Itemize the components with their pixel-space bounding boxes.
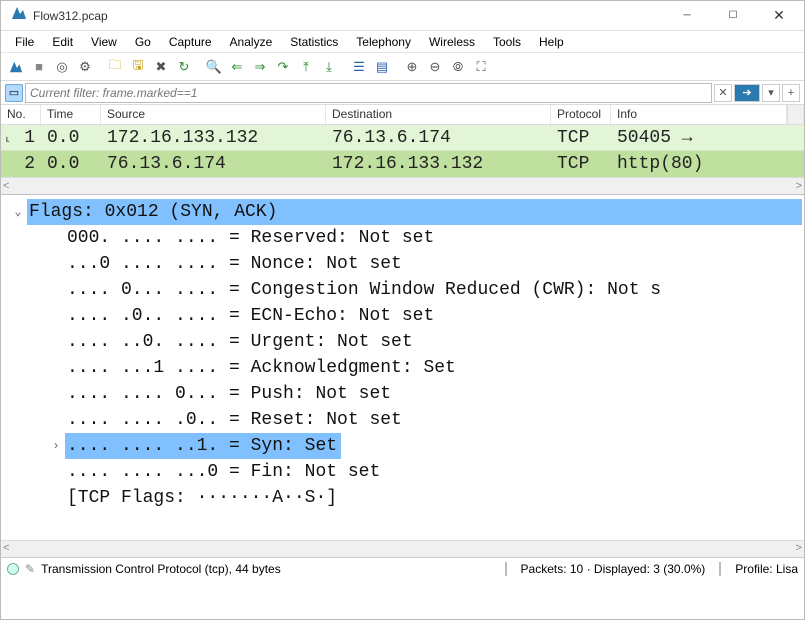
minimize-button[interactable]: ─ [664, 1, 710, 30]
packet-row[interactable]: 1 0.0 172.16.133.132 76.13.6.174 TCP 504… [1, 125, 804, 151]
flag-syn: .... .... ..1. = Syn: Set [65, 433, 341, 459]
details-hscroll[interactable]: < > [1, 540, 804, 557]
bookmark-filter-icon[interactable]: ▭ [5, 84, 23, 102]
flag-cwr[interactable]: .... 0... .... = Congestion Window Reduc… [3, 277, 802, 303]
vscroll-header-gap [787, 105, 804, 124]
display-filter-input[interactable] [25, 83, 712, 103]
packet-list-pane: No. Time Source Destination Protocol Inf… [1, 105, 804, 195]
packet-list-header[interactable]: No. Time Source Destination Protocol Inf… [1, 105, 804, 125]
status-packet-counts: Packets: 10 · Displayed: 3 (30.0%) [521, 562, 706, 576]
edit-pref-icon[interactable]: ✎ [25, 562, 35, 576]
flag-urgent[interactable]: .... ..0. .... = Urgent: Not set [3, 329, 802, 355]
start-capture-icon[interactable] [5, 56, 27, 78]
go-back-icon[interactable]: ⇐ [226, 56, 248, 78]
flag-reset[interactable]: .... .... .0.. = Reset: Not set [3, 407, 802, 433]
save-file-icon[interactable]: 🖫 [127, 56, 149, 78]
restart-capture-icon[interactable]: ◎ [51, 56, 73, 78]
menu-tools[interactable]: Tools [485, 33, 529, 51]
titlebar: Flow312.pcap ─ ☐ ✕ [1, 1, 804, 31]
go-to-icon[interactable]: ↷ [272, 56, 294, 78]
menu-file[interactable]: File [7, 33, 42, 51]
expand-caret-icon[interactable]: ⌄ [9, 199, 27, 225]
auto-scroll-icon[interactable]: ☰ [348, 56, 370, 78]
find-packet-icon[interactable]: 🔍 [203, 56, 225, 78]
packet-flow-marker-icon: ⸤ [5, 127, 10, 144]
menu-capture[interactable]: Capture [161, 33, 220, 51]
packet-list-hscroll[interactable]: < > [1, 177, 804, 194]
capture-options-icon[interactable]: ⚙ [74, 56, 96, 78]
go-forward-icon[interactable]: ⇒ [249, 56, 271, 78]
add-filter-button[interactable]: + [782, 84, 800, 102]
zoom-reset-icon[interactable]: ⦾ [447, 56, 469, 78]
maximize-button[interactable]: ☐ [710, 1, 756, 30]
col-destination[interactable]: Destination [326, 105, 551, 124]
col-source[interactable]: Source [101, 105, 326, 124]
status-selected-field: Transmission Control Protocol (tcp), 44 … [41, 562, 281, 576]
col-protocol[interactable]: Protocol [551, 105, 611, 124]
flag-syn-row[interactable]: › .... .... ..1. = Syn: Set [3, 433, 802, 459]
flag-nonce[interactable]: ...0 .... .... = Nonce: Not set [3, 251, 802, 277]
resize-columns-icon[interactable]: ⛶ [470, 56, 492, 78]
flag-fin[interactable]: .... .... ...0 = Fin: Not set [3, 459, 802, 485]
apply-filter-button[interactable]: ➔ [734, 84, 760, 102]
expert-info-icon[interactable] [7, 563, 19, 575]
menu-edit[interactable]: Edit [44, 33, 81, 51]
menubar: File Edit View Go Capture Analyze Statis… [1, 31, 804, 53]
menu-help[interactable]: Help [531, 33, 572, 51]
go-last-icon[interactable]: ⤓ [318, 56, 340, 78]
flag-push[interactable]: .... .... 0... = Push: Not set [3, 381, 802, 407]
tcp-flags-summary[interactable]: [TCP Flags: ·······A··S·] [3, 485, 802, 511]
flags-header: Flags: 0x012 (SYN, ACK) [27, 199, 802, 225]
flag-ecn-echo[interactable]: .... .0.. .... = ECN-Echo: Not set [3, 303, 802, 329]
packet-row[interactable]: 2 0.0 76.13.6.174 172.16.133.132 TCP htt… [1, 151, 804, 177]
reload-file-icon[interactable]: ↻ [173, 56, 195, 78]
menu-statistics[interactable]: Statistics [282, 33, 346, 51]
flags-header-row[interactable]: ⌄ Flags: 0x012 (SYN, ACK) [3, 199, 802, 225]
display-filter-bar: ▭ ✕ ➔ ▾ + [1, 81, 804, 105]
zoom-in-icon[interactable]: ⊕ [401, 56, 423, 78]
window-title: Flow312.pcap [33, 9, 664, 23]
flag-ack[interactable]: .... ...1 .... = Acknowledgment: Set [3, 355, 802, 381]
stop-capture-icon[interactable]: ■ [28, 56, 50, 78]
scroll-left-icon[interactable]: < [3, 180, 9, 192]
colorize-icon[interactable]: ▤ [371, 56, 393, 78]
scroll-left-icon[interactable]: < [3, 536, 10, 557]
menu-telephony[interactable]: Telephony [348, 33, 419, 51]
col-time[interactable]: Time [41, 105, 101, 124]
open-file-icon[interactable]: 🗀 [104, 56, 126, 78]
app-icon [11, 5, 27, 26]
status-profile[interactable]: Profile: Lisa [735, 562, 798, 576]
statusbar: ✎ Transmission Control Protocol (tcp), 4… [1, 557, 804, 579]
col-info[interactable]: Info [611, 105, 787, 124]
close-button[interactable]: ✕ [756, 1, 802, 30]
go-first-icon[interactable]: ⤒ [295, 56, 317, 78]
menu-go[interactable]: Go [127, 33, 159, 51]
zoom-out-icon[interactable]: ⊖ [424, 56, 446, 78]
menu-view[interactable]: View [83, 33, 125, 51]
toolbar: ■ ◎ ⚙ 🗀 🖫 ✖ ↻ 🔍 ⇐ ⇒ ↷ ⤒ ⤓ ☰ ▤ ⊕ ⊖ ⦾ ⛶ [1, 53, 804, 81]
scroll-right-icon[interactable]: > [796, 180, 802, 192]
expand-caret-icon[interactable]: › [47, 433, 65, 459]
menu-analyze[interactable]: Analyze [222, 33, 281, 51]
close-file-icon[interactable]: ✖ [150, 56, 172, 78]
menu-wireless[interactable]: Wireless [421, 33, 483, 51]
packet-details-pane[interactable]: ⌄ Flags: 0x012 (SYN, ACK) 000. .... ....… [1, 195, 804, 557]
filter-dropdown-button[interactable]: ▾ [762, 84, 780, 102]
scroll-right-icon[interactable]: > [795, 536, 802, 557]
clear-filter-button[interactable]: ✕ [714, 84, 732, 102]
col-no[interactable]: No. [1, 105, 41, 124]
flag-reserved[interactable]: 000. .... .... = Reserved: Not set [3, 225, 802, 251]
